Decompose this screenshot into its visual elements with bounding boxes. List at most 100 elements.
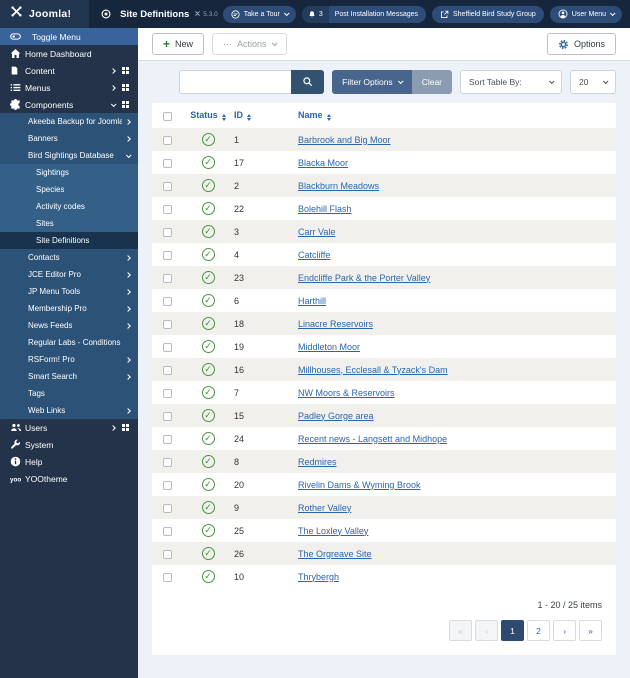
column-header-status[interactable]: Status — [182, 103, 234, 128]
row-checkbox[interactable] — [162, 204, 172, 214]
status-published-icon[interactable]: ✓ — [201, 340, 215, 353]
row-name-link[interactable]: Harthill — [298, 296, 326, 306]
joomla-logo[interactable]: Joomla! — [0, 0, 90, 28]
sidebar-item-help[interactable]: Help — [0, 453, 138, 470]
sidebar-item-yootheme[interactable]: yoo YOOtheme — [0, 470, 138, 487]
row-name-link[interactable]: Padley Gorge area — [298, 411, 374, 421]
page-size-select[interactable]: 20 — [570, 70, 616, 94]
options-button[interactable]: Options — [546, 33, 616, 55]
sidebar-item-rsform-pro[interactable]: RSForm! Pro — [0, 351, 138, 368]
status-published-icon[interactable]: ✓ — [201, 294, 215, 307]
row-name-link[interactable]: Blacka Moor — [298, 158, 348, 168]
toggle-menu-button[interactable]: Toggle Menu — [0, 28, 138, 45]
topbar-pill-sheffield-bird-study-group[interactable]: Sheffield Bird Study Group — [432, 5, 544, 23]
status-published-icon[interactable]: ✓ — [201, 570, 215, 583]
row-checkbox[interactable] — [162, 135, 172, 145]
row-name-link[interactable]: Bolehill Flash — [298, 204, 352, 214]
row-name-link[interactable]: Blackburn Meadows — [298, 181, 379, 191]
status-published-icon[interactable]: ✓ — [201, 524, 215, 537]
row-checkbox[interactable] — [162, 342, 172, 352]
row-name-link[interactable]: Millhouses, Ecclesall & Tyzack's Dam — [298, 365, 448, 375]
sidebar-item-bird-sightings-database[interactable]: Bird Sightings Database — [0, 147, 138, 164]
row-checkbox[interactable] — [162, 457, 172, 467]
row-checkbox[interactable] — [162, 365, 172, 375]
row-checkbox[interactable] — [162, 526, 172, 536]
sidebar-item-akeeba-backup-for-joomla[interactable]: Akeeba Backup for Joomla!™ — [0, 113, 138, 130]
sidebar-item-smart-search[interactable]: Smart Search — [0, 368, 138, 385]
status-published-icon[interactable]: ✓ — [201, 202, 215, 215]
sidebar-item-sightings[interactable]: Sightings — [0, 164, 138, 181]
column-header-id[interactable]: ID — [234, 103, 298, 128]
sidebar-item-activity-codes[interactable]: Activity codes — [0, 198, 138, 215]
row-name-link[interactable]: Rother Valley — [298, 503, 351, 513]
sidebar-item-components[interactable]: Components — [0, 96, 138, 113]
topbar-pill-post-installation-messages[interactable]: 3 Post Installation Messages — [301, 5, 426, 23]
sidebar-item-jce-editor-pro[interactable]: JCE Editor Pro — [0, 266, 138, 283]
row-checkbox[interactable] — [162, 158, 172, 168]
row-name-link[interactable]: NW Moors & Reservoirs — [298, 388, 395, 398]
row-checkbox[interactable] — [162, 434, 172, 444]
sidebar-item-tags[interactable]: Tags — [0, 385, 138, 402]
sidebar-item-news-feeds[interactable]: News Feeds — [0, 317, 138, 334]
row-checkbox[interactable] — [162, 480, 172, 490]
status-published-icon[interactable]: ✓ — [201, 386, 215, 399]
row-name-link[interactable]: The Loxley Valley — [298, 526, 368, 536]
search-button[interactable] — [291, 70, 325, 94]
status-published-icon[interactable]: ✓ — [201, 179, 215, 192]
status-published-icon[interactable]: ✓ — [201, 248, 215, 261]
sidebar-item-species[interactable]: Species — [0, 181, 138, 198]
row-checkbox[interactable] — [162, 572, 172, 582]
status-published-icon[interactable]: ✓ — [201, 271, 215, 284]
row-checkbox[interactable] — [162, 319, 172, 329]
row-name-link[interactable]: Thrybergh — [298, 572, 339, 582]
status-published-icon[interactable]: ✓ — [201, 455, 215, 468]
row-name-link[interactable]: Barbrook and Big Moor — [298, 135, 391, 145]
status-published-icon[interactable]: ✓ — [201, 501, 215, 514]
pagination-page-2[interactable]: 2 — [527, 620, 550, 641]
sidebar-item-jp-menu-tools[interactable]: JP Menu Tools — [0, 283, 138, 300]
clear-button[interactable]: Clear — [411, 70, 452, 94]
filter-options-button[interactable]: Filter Options — [332, 70, 412, 94]
status-published-icon[interactable]: ✓ — [201, 363, 215, 376]
search-input[interactable] — [179, 70, 292, 94]
status-published-icon[interactable]: ✓ — [201, 547, 215, 560]
row-checkbox[interactable] — [162, 503, 172, 513]
dashboard-grid-icon[interactable] — [122, 101, 125, 104]
pagination-next[interactable]: › — [553, 620, 576, 641]
row-checkbox[interactable] — [162, 250, 172, 260]
row-name-link[interactable]: Carr Vale — [298, 227, 335, 237]
status-published-icon[interactable]: ✓ — [201, 432, 215, 445]
row-checkbox[interactable] — [162, 227, 172, 237]
sidebar-item-regular-labs-conditions[interactable]: Regular Labs - Conditions — [0, 334, 138, 351]
pagination-page-1[interactable]: 1 — [501, 620, 524, 641]
dashboard-grid-icon[interactable] — [122, 84, 125, 87]
sort-table-select[interactable]: Sort Table By: — [460, 70, 562, 94]
row-name-link[interactable]: Catcliffe — [298, 250, 330, 260]
status-published-icon[interactable]: ✓ — [201, 225, 215, 238]
sidebar-item-membership-pro[interactable]: Membership Pro — [0, 300, 138, 317]
row-checkbox[interactable] — [162, 296, 172, 306]
status-published-icon[interactable]: ✓ — [201, 478, 215, 491]
actions-button[interactable]: ··· Actions — [212, 33, 287, 55]
sidebar-item-web-links[interactable]: Web Links — [0, 402, 138, 419]
row-name-link[interactable]: Recent news - Langsett and Midhope — [298, 434, 447, 444]
pagination-last[interactable]: » — [579, 620, 602, 641]
status-published-icon[interactable]: ✓ — [201, 317, 215, 330]
row-name-link[interactable]: Endcliffe Park & the Porter Valley — [298, 273, 430, 283]
dashboard-grid-icon[interactable] — [122, 67, 125, 70]
sidebar-item-system[interactable]: System — [0, 436, 138, 453]
row-checkbox[interactable] — [162, 549, 172, 559]
status-published-icon[interactable]: ✓ — [201, 156, 215, 169]
row-checkbox[interactable] — [162, 388, 172, 398]
topbar-pill-take-a-tour[interactable]: Take a Tour — [222, 5, 296, 23]
sidebar-item-users[interactable]: Users — [0, 419, 138, 436]
sidebar-item-menus[interactable]: Menus — [0, 79, 138, 96]
row-name-link[interactable]: Middleton Moor — [298, 342, 360, 352]
row-name-link[interactable]: The Orgreave Site — [298, 549, 372, 559]
sidebar-item-home-dashboard[interactable]: Home Dashboard — [0, 45, 138, 62]
row-checkbox[interactable] — [162, 273, 172, 283]
select-all-checkbox[interactable] — [162, 111, 172, 121]
row-name-link[interactable]: Rivelin Dams & Wyming Brook — [298, 480, 420, 490]
row-name-link[interactable]: Redmires — [298, 457, 337, 467]
row-checkbox[interactable] — [162, 181, 172, 191]
